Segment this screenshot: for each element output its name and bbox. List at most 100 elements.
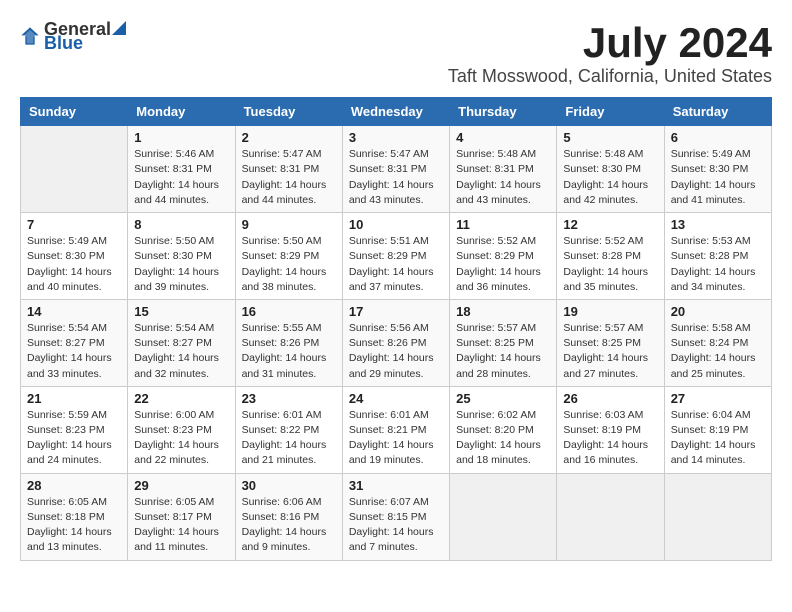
day-number: 11 (456, 217, 550, 232)
day-cell: 15Sunrise: 5:54 AM Sunset: 8:27 PM Dayli… (128, 299, 235, 386)
logo: General Blue (20, 20, 127, 52)
day-number: 4 (456, 130, 550, 145)
day-info: Sunrise: 5:54 AM Sunset: 8:27 PM Dayligh… (134, 321, 228, 382)
day-number: 8 (134, 217, 228, 232)
day-info: Sunrise: 5:53 AM Sunset: 8:28 PM Dayligh… (671, 234, 765, 295)
day-number: 14 (27, 304, 121, 319)
day-cell: 31 Sunrise: 6:07 AM Sunset: 8:15 PM Dayli… (342, 473, 449, 560)
day-number: 31 (349, 478, 443, 493)
day-number: 3 (349, 130, 443, 145)
week-row-5: 28 Sunrise: 6:05 AM Sunset: 8:18 PM Dayli… (21, 473, 772, 560)
day-number: 25 (456, 391, 550, 406)
day-number: 13 (671, 217, 765, 232)
day-cell: 26 Sunrise: 6:03 AM Sunset: 8:19 PM Dayli… (557, 386, 664, 473)
day-cell: 14 Sunrise: 5:54 AM Sunset: 8:27 PM Dayli… (21, 299, 128, 386)
day-info: Sunrise: 5:55 AM Sunset: 8:26 PM Dayligh… (242, 321, 336, 382)
day-info: Sunrise: 6:07 AM Sunset: 8:15 PM Dayligh… (349, 495, 443, 556)
day-cell: 3 Sunrise: 5:47 AM Sunset: 8:31 PM Daylig… (342, 126, 449, 213)
day-cell: 13 Sunrise: 5:53 AM Sunset: 8:28 PM Dayli… (664, 213, 771, 300)
day-info: Sunrise: 5:48 AM Sunset: 8:31 PM Dayligh… (456, 147, 550, 208)
header-row: SundayMondayTuesdayWednesdayThursdayFrid… (21, 98, 772, 126)
day-number: 7 (27, 217, 121, 232)
day-number: 6 (671, 130, 765, 145)
day-info: Sunrise: 5:59 AM Sunset: 8:23 PM Dayligh… (27, 408, 121, 469)
day-number: 9 (242, 217, 336, 232)
day-info: Sunrise: 5:50 AM Sunset: 8:29 PM Dayligh… (242, 234, 336, 295)
title-area: July 2024 Taft Mosswood, California, Uni… (448, 20, 772, 87)
day-cell: 30 Sunrise: 6:06 AM Sunset: 8:16 PM Dayli… (235, 473, 342, 560)
day-number: 30 (242, 478, 336, 493)
day-number: 16 (242, 304, 336, 319)
day-cell: 1Sunrise: 5:46 AM Sunset: 8:31 PM Daylig… (128, 126, 235, 213)
day-info: Sunrise: 5:47 AM Sunset: 8:31 PM Dayligh… (349, 147, 443, 208)
header-cell-friday: Friday (557, 98, 664, 126)
day-info: Sunrise: 5:54 AM Sunset: 8:27 PM Dayligh… (27, 321, 121, 382)
day-info: Sunrise: 5:46 AM Sunset: 8:31 PM Dayligh… (134, 147, 228, 208)
day-cell: 27Sunrise: 6:04 AM Sunset: 8:19 PM Dayli… (664, 386, 771, 473)
day-info: Sunrise: 5:57 AM Sunset: 8:25 PM Dayligh… (563, 321, 657, 382)
day-cell: 18 Sunrise: 5:57 AM Sunset: 8:25 PM Dayli… (450, 299, 557, 386)
day-cell: 12 Sunrise: 5:52 AM Sunset: 8:28 PM Dayli… (557, 213, 664, 300)
day-cell: 10Sunrise: 5:51 AM Sunset: 8:29 PM Dayli… (342, 213, 449, 300)
day-cell: 23Sunrise: 6:01 AM Sunset: 8:22 PM Dayli… (235, 386, 342, 473)
day-info: Sunrise: 5:50 AM Sunset: 8:30 PM Dayligh… (134, 234, 228, 295)
day-info: Sunrise: 6:06 AM Sunset: 8:16 PM Dayligh… (242, 495, 336, 556)
day-info: Sunrise: 6:05 AM Sunset: 8:17 PM Dayligh… (134, 495, 228, 556)
day-info: Sunrise: 6:00 AM Sunset: 8:23 PM Dayligh… (134, 408, 228, 469)
week-row-1: 1Sunrise: 5:46 AM Sunset: 8:31 PM Daylig… (21, 126, 772, 213)
day-info: Sunrise: 5:57 AM Sunset: 8:25 PM Dayligh… (456, 321, 550, 382)
day-cell: 22Sunrise: 6:00 AM Sunset: 8:23 PM Dayli… (128, 386, 235, 473)
day-cell (557, 473, 664, 560)
calendar-table: SundayMondayTuesdayWednesdayThursdayFrid… (20, 97, 772, 560)
day-info: Sunrise: 5:51 AM Sunset: 8:29 PM Dayligh… (349, 234, 443, 295)
day-number: 18 (456, 304, 550, 319)
month-title: July 2024 (448, 20, 772, 66)
day-cell: 2Sunrise: 5:47 AM Sunset: 8:31 PM Daylig… (235, 126, 342, 213)
day-info: Sunrise: 6:03 AM Sunset: 8:19 PM Dayligh… (563, 408, 657, 469)
day-info: Sunrise: 5:49 AM Sunset: 8:30 PM Dayligh… (27, 234, 121, 295)
header-cell-sunday: Sunday (21, 98, 128, 126)
day-info: Sunrise: 5:49 AM Sunset: 8:30 PM Dayligh… (671, 147, 765, 208)
day-cell: 7 Sunrise: 5:49 AM Sunset: 8:30 PM Daylig… (21, 213, 128, 300)
header-cell-saturday: Saturday (664, 98, 771, 126)
day-cell: 5 Sunrise: 5:48 AM Sunset: 8:30 PM Daylig… (557, 126, 664, 213)
day-info: Sunrise: 5:56 AM Sunset: 8:26 PM Dayligh… (349, 321, 443, 382)
day-cell: 8 Sunrise: 5:50 AM Sunset: 8:30 PM Daylig… (128, 213, 235, 300)
location-title: Taft Mosswood, California, United States (448, 66, 772, 87)
day-cell: 28 Sunrise: 6:05 AM Sunset: 8:18 PM Dayli… (21, 473, 128, 560)
day-number: 19 (563, 304, 657, 319)
day-cell: 29 Sunrise: 6:05 AM Sunset: 8:17 PM Dayli… (128, 473, 235, 560)
day-number: 5 (563, 130, 657, 145)
day-cell: 19 Sunrise: 5:57 AM Sunset: 8:25 PM Dayli… (557, 299, 664, 386)
day-info: Sunrise: 6:02 AM Sunset: 8:20 PM Dayligh… (456, 408, 550, 469)
day-number: 21 (27, 391, 121, 406)
header-cell-monday: Monday (128, 98, 235, 126)
day-info: Sunrise: 5:48 AM Sunset: 8:30 PM Dayligh… (563, 147, 657, 208)
page-header: General Blue July 2024 Taft Mosswood, Ca… (20, 20, 772, 87)
day-number: 24 (349, 391, 443, 406)
header-cell-thursday: Thursday (450, 98, 557, 126)
day-number: 12 (563, 217, 657, 232)
day-cell: 17Sunrise: 5:56 AM Sunset: 8:26 PM Dayli… (342, 299, 449, 386)
day-number: 26 (563, 391, 657, 406)
day-cell: 6 Sunrise: 5:49 AM Sunset: 8:30 PM Daylig… (664, 126, 771, 213)
day-info: Sunrise: 5:52 AM Sunset: 8:28 PM Dayligh… (563, 234, 657, 295)
week-row-2: 7 Sunrise: 5:49 AM Sunset: 8:30 PM Daylig… (21, 213, 772, 300)
day-number: 27 (671, 391, 765, 406)
day-cell: 25 Sunrise: 6:02 AM Sunset: 8:20 PM Dayli… (450, 386, 557, 473)
logo-icon (20, 26, 40, 46)
header-cell-wednesday: Wednesday (342, 98, 449, 126)
day-info: Sunrise: 6:01 AM Sunset: 8:21 PM Dayligh… (349, 408, 443, 469)
day-cell: 20Sunrise: 5:58 AM Sunset: 8:24 PM Dayli… (664, 299, 771, 386)
day-number: 28 (27, 478, 121, 493)
day-info: Sunrise: 6:01 AM Sunset: 8:22 PM Dayligh… (242, 408, 336, 469)
day-number: 29 (134, 478, 228, 493)
day-info: Sunrise: 6:05 AM Sunset: 8:18 PM Dayligh… (27, 495, 121, 556)
day-cell: 21 Sunrise: 5:59 AM Sunset: 8:23 PM Dayli… (21, 386, 128, 473)
day-cell: 16 Sunrise: 5:55 AM Sunset: 8:26 PM Dayli… (235, 299, 342, 386)
day-number: 20 (671, 304, 765, 319)
day-cell: 9 Sunrise: 5:50 AM Sunset: 8:29 PM Daylig… (235, 213, 342, 300)
week-row-4: 21 Sunrise: 5:59 AM Sunset: 8:23 PM Dayli… (21, 386, 772, 473)
day-cell (450, 473, 557, 560)
day-cell (664, 473, 771, 560)
